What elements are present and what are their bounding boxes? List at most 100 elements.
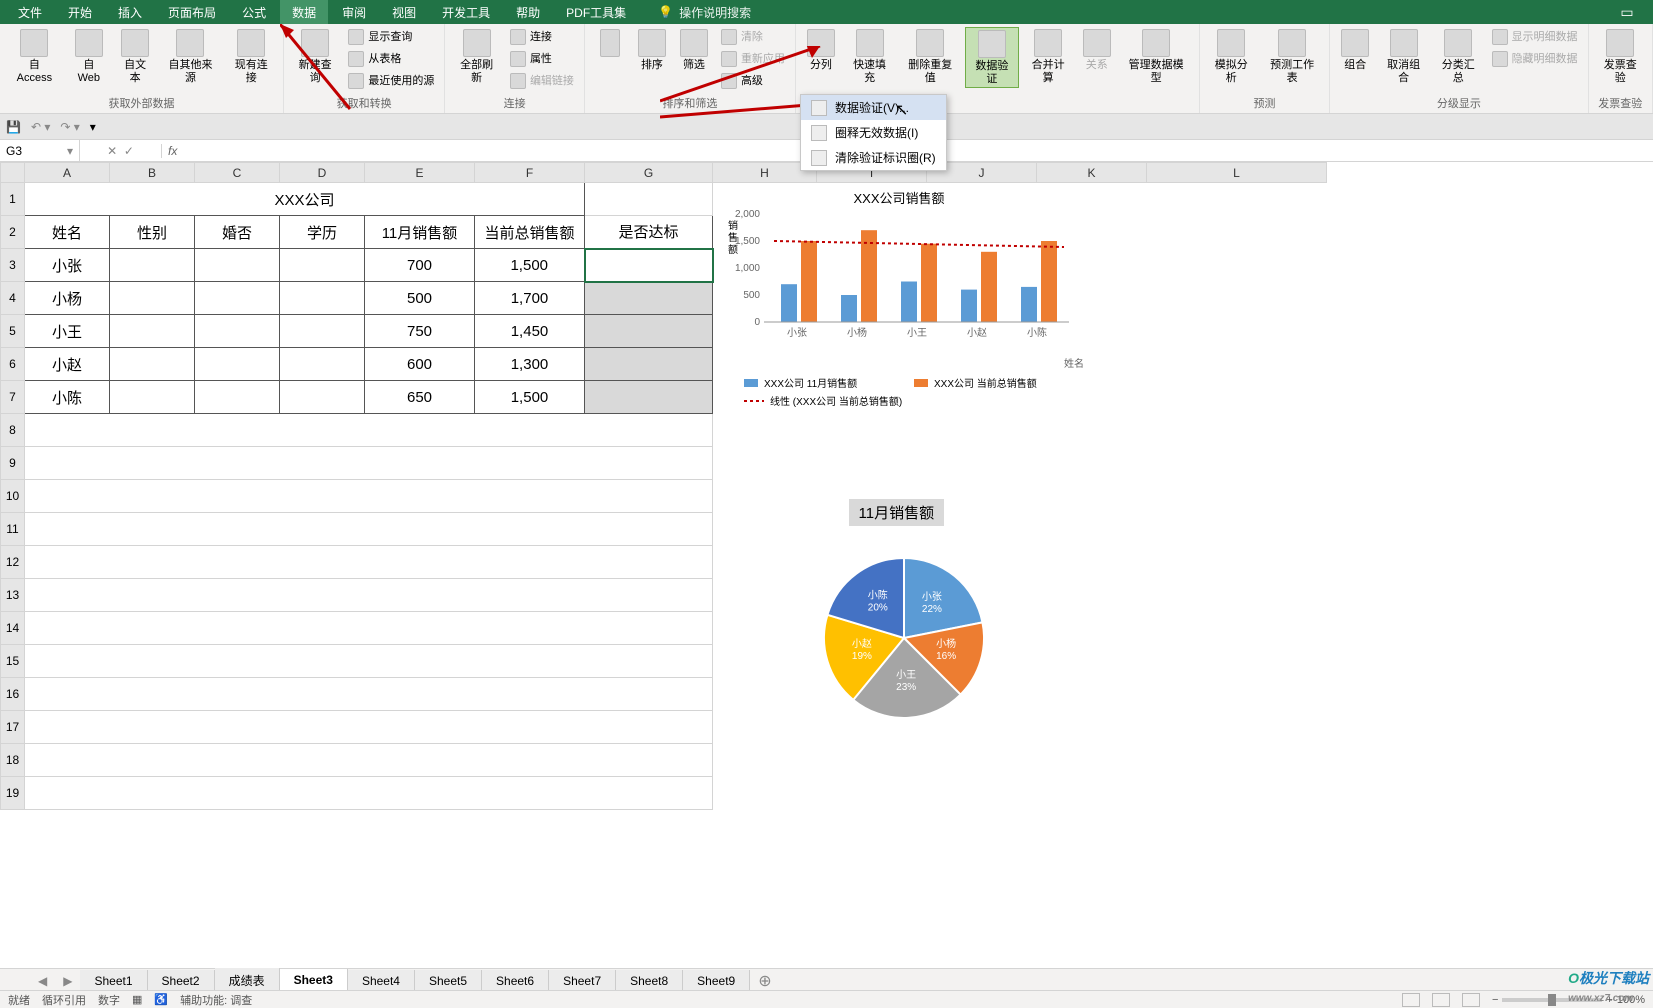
cancel-icon[interactable]: ✕ (107, 144, 117, 158)
tab-review[interactable]: 审阅 (330, 0, 378, 25)
tab-data[interactable]: 数据 (280, 0, 328, 25)
sheet-tab[interactable]: Sheet4 (348, 970, 415, 992)
accessibility-icon[interactable]: ♿ (154, 993, 168, 1006)
svg-text:小王: 小王 (896, 669, 916, 681)
ribbon-collapse-icon[interactable]: ▭ (1607, 4, 1647, 21)
tab-insert[interactable]: 插入 (106, 0, 154, 25)
normal-view-icon[interactable] (1402, 993, 1420, 1007)
sheet-tab[interactable]: Sheet6 (482, 970, 549, 992)
row-header[interactable]: 5 (1, 315, 25, 348)
tell-me-search[interactable]: 💡 操作说明搜索 (658, 4, 751, 21)
active-cell[interactable] (585, 249, 713, 282)
col-header[interactable]: D (280, 163, 365, 183)
sheet-tab[interactable]: Sheet3 (280, 969, 348, 993)
data-model-button[interactable]: 管理数据模型 (1120, 27, 1193, 86)
customize-icon[interactable]: ▾ (90, 120, 96, 134)
circle-invalid-menu-item[interactable]: 圈释无效数据(I) (801, 120, 946, 145)
col-header[interactable]: C (195, 163, 280, 183)
row-header[interactable]: 6 (1, 348, 25, 381)
redo-icon[interactable]: ↷ ▾ (60, 120, 79, 134)
relationships-button[interactable]: 关系 (1078, 27, 1116, 74)
consolidate-button[interactable]: 合并计算 (1023, 27, 1074, 86)
from-text-button[interactable]: 自文本 (115, 27, 156, 86)
cell-title[interactable]: XXX公司 (25, 183, 585, 216)
sheet-tab[interactable]: Sheet5 (415, 970, 482, 992)
tab-file[interactable]: 文件 (6, 0, 54, 25)
row-header[interactable]: 2 (1, 216, 25, 249)
undo-icon[interactable]: ↶ ▾ (31, 120, 50, 134)
col-header[interactable]: K (1037, 163, 1147, 183)
sort-asc-button[interactable] (591, 27, 629, 61)
bar-chart[interactable]: XXX公司销售额 销 售 额 2,000 1,500 1,000 500 0 (714, 189, 1084, 424)
whatif-button[interactable]: 模拟分析 (1206, 27, 1257, 86)
col-header[interactable]: F (475, 163, 585, 183)
tab-dev[interactable]: 开发工具 (430, 0, 502, 25)
refresh-all-button[interactable]: 全部刷新 (451, 27, 502, 86)
col-header[interactable]: L (1147, 163, 1327, 183)
tab-view[interactable]: 视图 (380, 0, 428, 25)
ungroup-button[interactable]: 取消组合 (1378, 27, 1429, 86)
sheet-tab[interactable]: Sheet8 (616, 970, 683, 992)
sheet-tab[interactable]: Sheet7 (549, 970, 616, 992)
new-sheet-button[interactable]: ⊕ (750, 971, 779, 991)
tab-help[interactable]: 帮助 (504, 0, 552, 25)
row-header[interactable]: 1 (1, 183, 25, 216)
from-web-button[interactable]: 自 Web (67, 27, 111, 86)
zoom-out-icon[interactable]: − (1492, 994, 1498, 1006)
clear-circles-menu-item[interactable]: 清除验证标识圈(R) (801, 145, 946, 170)
pie-chart[interactable]: 小张22%小杨16%小王23%小赵19%小陈20% (794, 528, 1014, 748)
clear-filter-button[interactable]: 清除 (717, 27, 789, 47)
existing-conn-button[interactable]: 现有连接 (226, 27, 277, 86)
tab-home[interactable]: 开始 (56, 0, 104, 25)
data-validation-button[interactable]: 数据验证 (965, 27, 1018, 88)
cell[interactable]: 学历 (280, 216, 365, 249)
col-header[interactable]: A (25, 163, 110, 183)
trend-line (774, 241, 1064, 247)
sheet-nav-next-icon[interactable]: ▶ (55, 974, 80, 988)
data-validation-menu-item[interactable]: 数据验证(V)... (801, 95, 946, 120)
cell[interactable]: 姓名 (25, 216, 110, 249)
col-header[interactable]: G (585, 163, 713, 183)
sheet-tab[interactable]: Sheet9 (683, 970, 750, 992)
row-header[interactable]: 8 (1, 414, 25, 447)
cell[interactable]: 是否达标 (585, 216, 713, 249)
cell[interactable]: 性别 (110, 216, 195, 249)
from-access-button[interactable]: 自 Access (6, 27, 63, 86)
row-header[interactable]: 3 (1, 249, 25, 282)
sheet-tab[interactable]: Sheet2 (148, 970, 215, 992)
page-layout-view-icon[interactable] (1432, 993, 1450, 1007)
from-other-button[interactable]: 自其他来源 (159, 27, 221, 86)
tab-pdf[interactable]: PDF工具集 (554, 0, 638, 25)
tab-formula[interactable]: 公式 (230, 0, 278, 25)
save-icon[interactable]: 💾 (6, 120, 21, 134)
sheet-tab[interactable]: Sheet1 (80, 970, 147, 992)
col-header[interactable]: B (110, 163, 195, 183)
show-detail-button[interactable]: 显示明细数据 (1488, 27, 1582, 47)
remove-dup-button[interactable]: 删除重复值 (899, 27, 961, 86)
name-box[interactable]: G3▾ (0, 140, 80, 161)
recorder-icon[interactable]: ▦ (132, 993, 142, 1006)
cell[interactable]: 当前总销售额 (475, 216, 585, 249)
fx-icon[interactable]: fx (162, 144, 183, 158)
col-header[interactable]: E (365, 163, 475, 183)
worksheet[interactable]: A B C D E F G H I J K L 1XXX公司 XXX公司销售额 … (0, 162, 1653, 812)
properties-button[interactable]: 属性 (506, 49, 578, 69)
sheet-nav-prev-icon[interactable]: ◀ (30, 974, 55, 988)
cell[interactable]: 11月销售额 (365, 216, 475, 249)
select-all-button[interactable] (1, 163, 25, 183)
row-header[interactable]: 7 (1, 381, 25, 414)
edit-links-button[interactable]: 编辑链接 (506, 71, 578, 91)
forecast-button[interactable]: 预测工作表 (1261, 27, 1323, 86)
invoice-check-button[interactable]: 发票查验 (1595, 27, 1646, 86)
hide-detail-button[interactable]: 隐藏明细数据 (1488, 49, 1582, 69)
cell[interactable]: 小张 (25, 249, 110, 282)
tab-layout[interactable]: 页面布局 (156, 0, 228, 25)
check-icon[interactable]: ✓ (124, 144, 134, 158)
subtotal-button[interactable]: 分类汇总 (1433, 27, 1484, 86)
group-button[interactable]: 组合 (1336, 27, 1374, 74)
cell[interactable]: 婚否 (195, 216, 280, 249)
connections-button[interactable]: 连接 (506, 27, 578, 47)
flash-fill-button[interactable]: 快速填充 (844, 27, 895, 86)
page-break-view-icon[interactable] (1462, 993, 1480, 1007)
row-header[interactable]: 4 (1, 282, 25, 315)
